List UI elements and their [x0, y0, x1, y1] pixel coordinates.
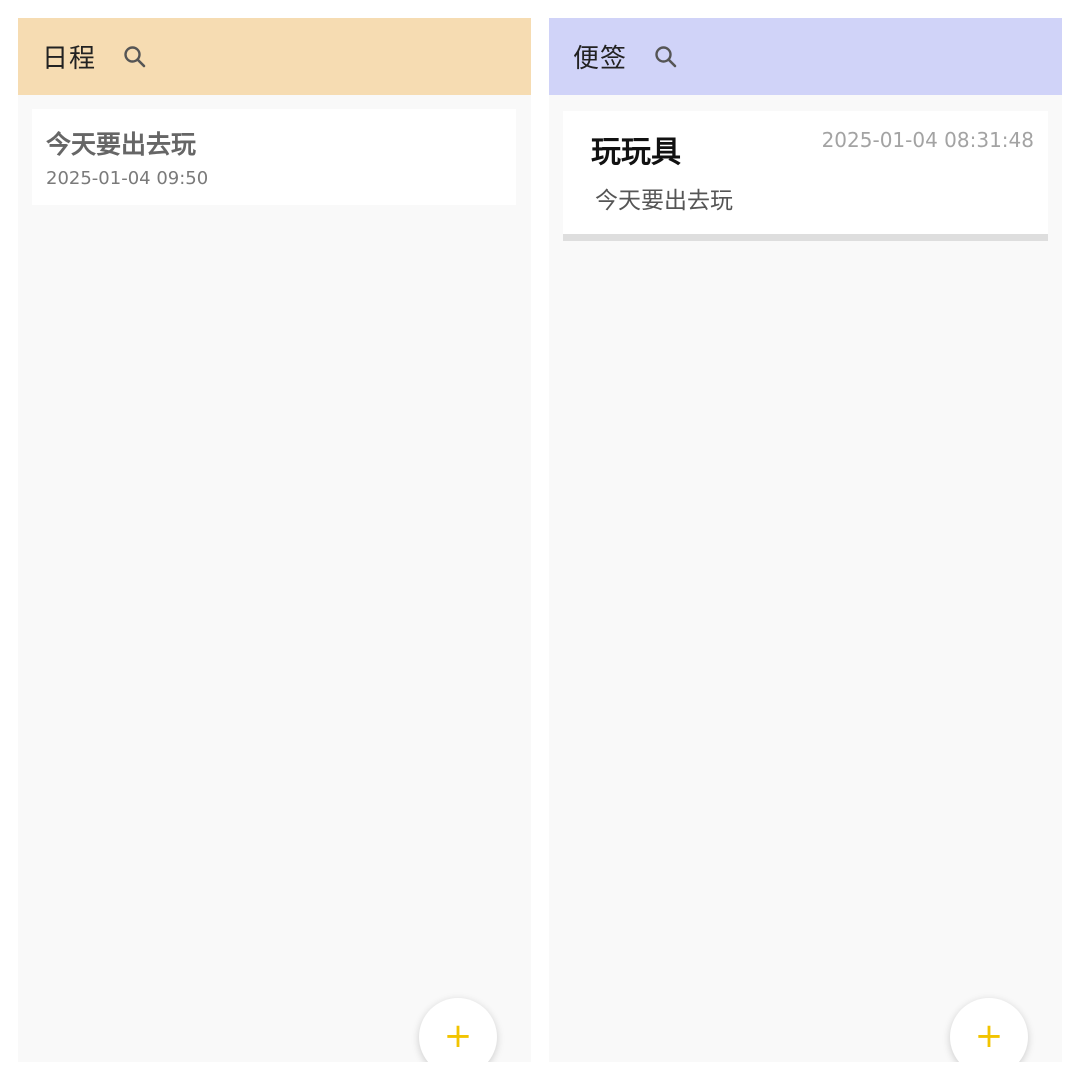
note-item-title: 玩玩具	[591, 135, 681, 170]
add-note-button[interactable]: +	[950, 998, 1028, 1062]
note-item-time: 2025-01-04 08:31:48	[821, 128, 1034, 152]
notes-header: 便签	[549, 18, 1062, 95]
schedule-header: 日程	[18, 18, 531, 95]
search-icon[interactable]	[653, 44, 679, 70]
schedule-item-time: 2025-01-04 09:50	[46, 168, 209, 189]
schedule-item-title: 今天要出去玩	[46, 130, 197, 159]
add-schedule-button[interactable]: +	[419, 998, 497, 1062]
search-icon[interactable]	[122, 44, 148, 70]
schedule-list-item[interactable]: 今天要出去玩 2025-01-04 09:50	[32, 109, 516, 205]
notes-title: 便签	[573, 44, 628, 74]
notes-panel: 便签 玩玩具 2025-01-04 08:31:48 今天要出去玩 +	[549, 18, 1062, 1062]
note-list-item[interactable]: 玩玩具 2025-01-04 08:31:48 今天要出去玩	[563, 111, 1048, 241]
note-item-body: 今天要出去玩	[595, 188, 733, 214]
schedule-panel: 日程 今天要出去玩 2025-01-04 09:50 +	[18, 18, 531, 1062]
plus-icon: +	[443, 1016, 473, 1056]
schedule-title: 日程	[42, 44, 97, 74]
plus-icon: +	[974, 1016, 1004, 1056]
